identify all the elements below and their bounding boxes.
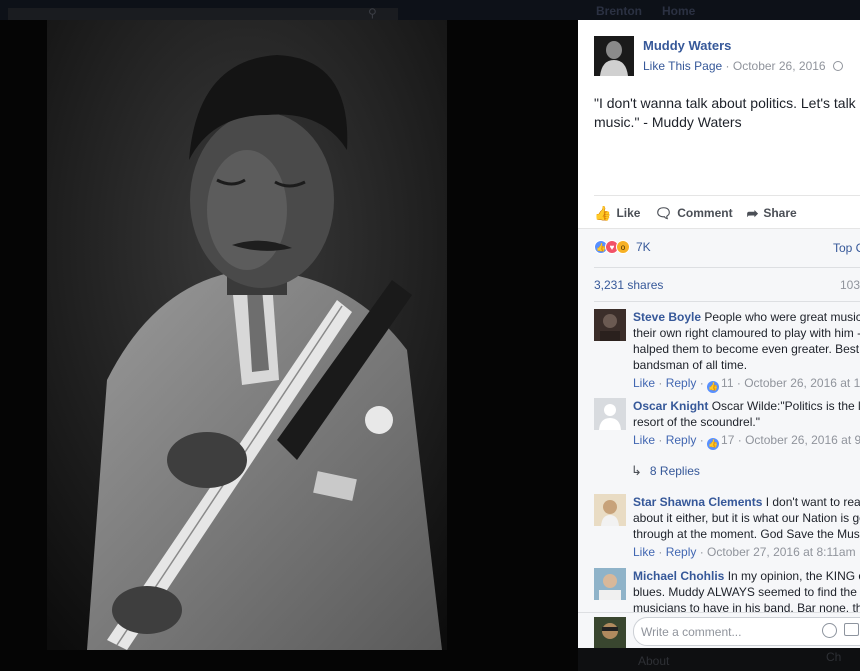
photo-viewer: ⚲ Brenton Home About Ch Muddy Waters Lik…: [0, 0, 860, 671]
search-icon: ⚲: [368, 6, 377, 20]
nav-home-link: Home: [662, 4, 696, 18]
background-search-bar: [8, 8, 398, 20]
post-photo[interactable]: [47, 20, 447, 650]
commenter-avatar[interactable]: [594, 568, 626, 600]
thumbs-up-icon: 👍: [594, 205, 612, 221]
comment-footer: Like · Reply · October 27, 2016 at 8:11a…: [633, 545, 856, 559]
background-nav: Brenton Home: [596, 4, 695, 20]
like-button[interactable]: 👍 Like: [594, 202, 640, 224]
comment-text: In my opinion, the KING of the: [727, 569, 860, 583]
avatar-image: [594, 617, 626, 648]
post-side-panel: Muddy Waters Like This Page · October 26…: [578, 20, 860, 648]
avatar-image: [594, 568, 626, 600]
comment-author[interactable]: Michael Chohlis: [633, 569, 724, 583]
comment-text: Oscar Wilde:"Politics is the last: [711, 399, 860, 413]
comment-body: Michael Chohlis In my opinion, the KING …: [633, 568, 860, 616]
speech-bubble-icon: 🗨: [654, 205, 673, 221]
comment-text: blues. Muddy ALWAYS seemed to find the b…: [633, 585, 860, 599]
comment-composer: [578, 612, 860, 648]
replies-label: 8 Replies: [649, 464, 700, 478]
page-avatar[interactable]: [594, 36, 634, 76]
comment-footer: Like · Reply · 👍 17 · October 26, 2016 at…: [633, 432, 860, 450]
commenter-avatar[interactable]: [594, 494, 626, 526]
comment-text: their own right clamoured to play with h…: [633, 326, 860, 340]
post-header: Muddy Waters Like This Page · October 26…: [594, 36, 843, 76]
comment-like-count[interactable]: 17: [721, 433, 734, 447]
reaction-count[interactable]: 7K: [636, 240, 651, 254]
comment-author[interactable]: Star Shawna Clements: [633, 495, 762, 509]
post-text-line: music." - Muddy Waters: [594, 114, 742, 130]
comment-like-link[interactable]: Like: [633, 376, 655, 390]
camera-icon[interactable]: [844, 623, 859, 636]
comment-sort-dropdown[interactable]: Top Comments: [833, 241, 860, 255]
wow-reaction-icon: o: [616, 240, 630, 254]
background-about-link: About: [638, 654, 670, 668]
comment-button-label: Comment: [677, 206, 733, 220]
comment-text: halped them to become even greater. Best: [633, 342, 860, 356]
avatar-image: [594, 309, 626, 341]
like-button-label: Like: [616, 206, 641, 220]
like-badge-icon: 👍: [707, 381, 720, 393]
post-actions: 👍 Like 🗨 Comment ➦ Share: [594, 202, 797, 224]
comment-text: about it either, but it is what our Nati…: [633, 511, 860, 525]
share-button[interactable]: ➦ Share: [747, 202, 797, 224]
comment-like-count[interactable]: 11: [721, 376, 733, 390]
comment-body: Oscar Knight Oscar Wilde:"Politics is th…: [633, 398, 860, 450]
post-text: "I don't wanna talk about politics. Let'…: [594, 94, 860, 132]
comment-footer: Like · Reply · 👍 11 · October 26, 2016 at…: [633, 375, 860, 393]
comment-text: People who were great musicians in: [704, 310, 860, 324]
share-arrow-icon: ➦: [746, 205, 759, 221]
feedback-section: 👍 ♥ o 7K Top Comments 3,231 shares 103 S…: [578, 229, 860, 648]
globe-icon: [832, 61, 843, 71]
comment-count: 103: [840, 278, 860, 292]
current-user-avatar: [594, 617, 626, 648]
shares-link[interactable]: 3,231 shares: [594, 278, 663, 292]
nav-profile-link: Brenton: [596, 4, 642, 18]
comment-like-link[interactable]: Like: [633, 545, 655, 559]
share-button-label: Share: [763, 206, 797, 220]
reactions-summary[interactable]: 👍 ♥ o 7K: [594, 240, 651, 254]
background-chat-label: Ch: [826, 650, 842, 664]
muddy-waters-photo: [47, 20, 447, 650]
post-meta-line: Like This Page · October 26, 2016: [643, 59, 843, 73]
post-text-line: "I don't wanna talk about politics. Let'…: [594, 95, 860, 111]
comment-time[interactable]: October 26, 2016 at 11:: [744, 376, 860, 390]
divider: [594, 195, 860, 196]
like-badge-icon: 👍: [707, 438, 720, 450]
default-avatar-icon: [594, 398, 626, 430]
comment-author[interactable]: Steve Boyle: [633, 310, 701, 324]
comment-time[interactable]: October 26, 2016 at 9:: [745, 433, 860, 447]
page-meta: Muddy Waters Like This Page · October 26…: [643, 38, 843, 76]
comment-time[interactable]: October 27, 2016 at 8:11am: [707, 545, 856, 559]
emoji-icon[interactable]: [822, 623, 837, 638]
comment-text: through at the moment. God Save the Musi…: [633, 527, 860, 541]
comment-text: I don't want to read: [765, 495, 860, 509]
avatar-image: [594, 494, 626, 526]
comment-body: Star Shawna Clements I don't want to rea…: [633, 494, 860, 560]
comment-reply-link[interactable]: Reply: [666, 545, 697, 559]
divider: [594, 267, 860, 268]
reply-arrow-icon: ↳: [631, 463, 642, 478]
comment-reply-link[interactable]: Reply: [666, 376, 697, 390]
comment-text: resort of the scoundrel.": [633, 415, 760, 429]
commenter-avatar[interactable]: [594, 398, 626, 430]
comment-text: bandsman of all time.: [633, 358, 748, 372]
like-page-link[interactable]: Like This Page: [643, 59, 722, 73]
comment-button[interactable]: 🗨 Comment: [654, 202, 732, 224]
comment-like-link[interactable]: Like: [633, 433, 655, 447]
comment-body: Steve Boyle People who were great musici…: [633, 309, 860, 393]
commenter-avatar[interactable]: [594, 309, 626, 341]
background-bottom-bar: [578, 648, 860, 671]
view-replies-link[interactable]: ↳ 8 Replies: [631, 463, 700, 479]
divider: [594, 301, 860, 302]
avatar-image: [594, 36, 634, 76]
page-name-link[interactable]: Muddy Waters: [643, 38, 843, 53]
meta-separator: ·: [725, 59, 730, 73]
comment-reply-link[interactable]: Reply: [666, 433, 697, 447]
comment-author[interactable]: Oscar Knight: [633, 399, 708, 413]
post-date[interactable]: October 26, 2016: [733, 59, 826, 73]
